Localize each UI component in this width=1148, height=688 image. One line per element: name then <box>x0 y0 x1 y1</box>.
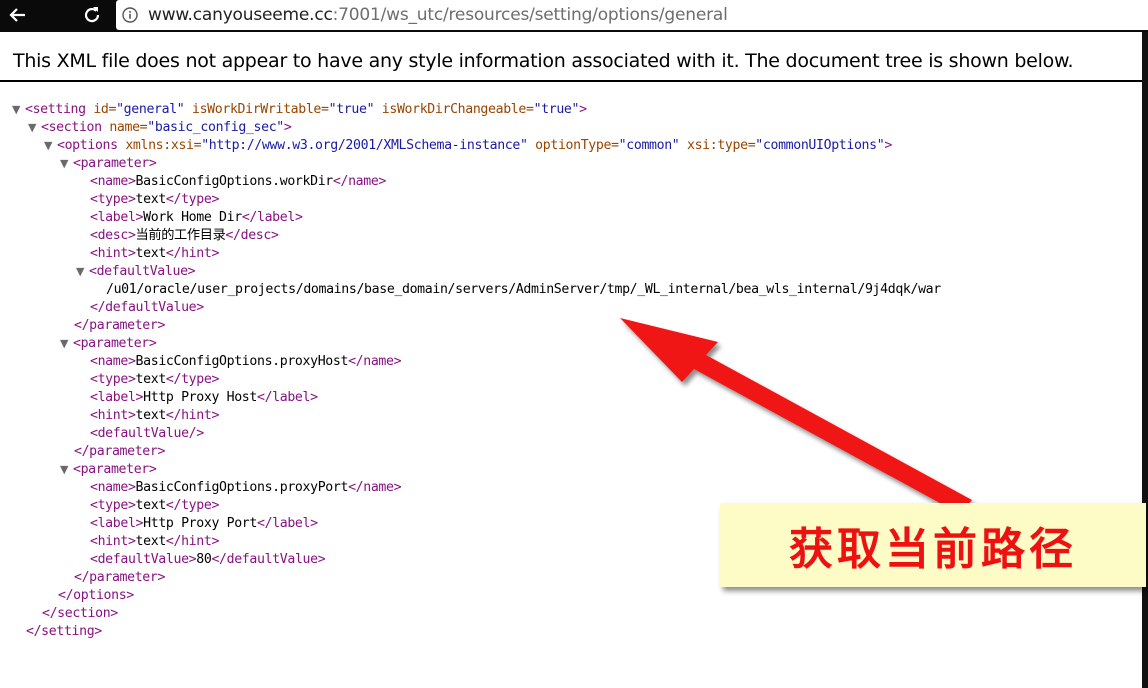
callout-text: 获取当前路径 <box>789 524 1077 575</box>
annotation-callout: 获取当前路径 <box>720 503 1146 587</box>
